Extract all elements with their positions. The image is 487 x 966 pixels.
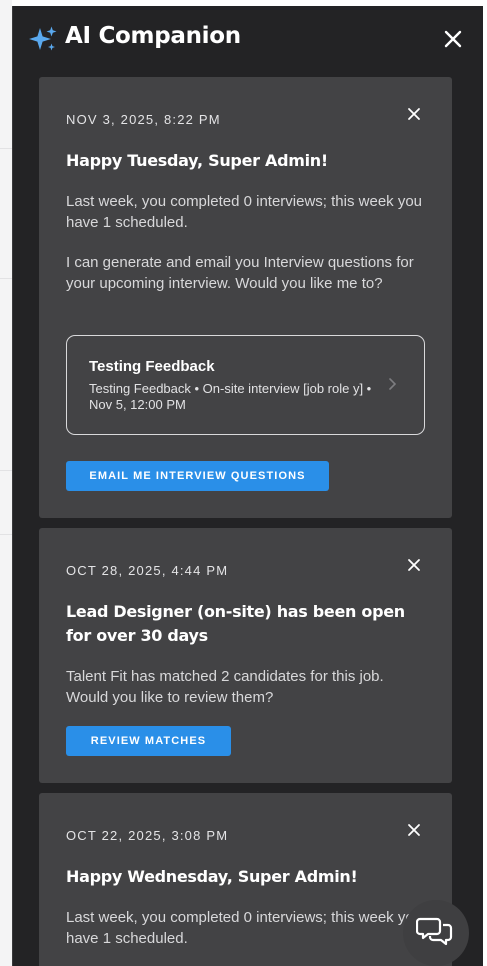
card-heading: Happy Wednesday, Super Admin! [66,867,358,886]
card-date: OCT 22, 2025, 3:08 PM [66,828,229,843]
card-message: Talent Fit has matched 2 candidates for … [66,668,384,706]
divider [0,470,12,471]
card-heading: Happy Tuesday, Super Admin! [66,151,328,170]
chat-bubbles-icon [416,917,453,946]
close-icon[interactable] [441,27,465,51]
review-matches-button[interactable]: REVIEW MATCHES [66,726,231,756]
email-interview-questions-button[interactable]: EMAIL ME INTERVIEW QUESTIONS [66,461,329,491]
panel-title: AI Companion [65,23,241,49]
interview-title: Testing Feedback [89,358,215,375]
close-icon[interactable] [404,555,424,575]
divider [0,278,12,279]
notification-card: OCT 28, 2025, 4:44 PM Lead Designer (on-… [39,528,452,783]
chevron-right-icon [389,378,397,390]
divider [0,148,12,149]
panel-header: AI Companion [13,6,483,72]
notification-card: OCT 22, 2025, 3:08 PM Happy Wednesday, S… [39,793,452,966]
chat-button[interactable] [403,900,469,966]
card-message: Last week, you completed 0 interviews; t… [66,909,423,947]
notification-card: NOV 3, 2025, 8:22 PM Happy Tuesday, Supe… [39,77,452,518]
divider [0,534,12,535]
close-icon[interactable] [404,104,424,124]
card-date: NOV 3, 2025, 8:22 PM [66,112,221,127]
background-page-edge [0,0,12,966]
card-message: I can generate and email you Interview q… [66,254,414,292]
ai-companion-panel: AI Companion NOV 3, 2025, 8:22 PM Happy … [12,6,483,966]
sparkle-icon [29,26,57,51]
close-icon[interactable] [404,820,424,840]
card-date: OCT 28, 2025, 4:44 PM [66,563,229,578]
card-heading: Lead Designer (on-site) has been open fo… [66,602,405,645]
card-message: Last week, you completed 0 interviews; t… [66,193,423,231]
interview-item[interactable]: Testing Feedback Testing Feedback • On-s… [66,335,425,435]
interview-details: Testing Feedback • On-site interview [jo… [89,381,372,412]
